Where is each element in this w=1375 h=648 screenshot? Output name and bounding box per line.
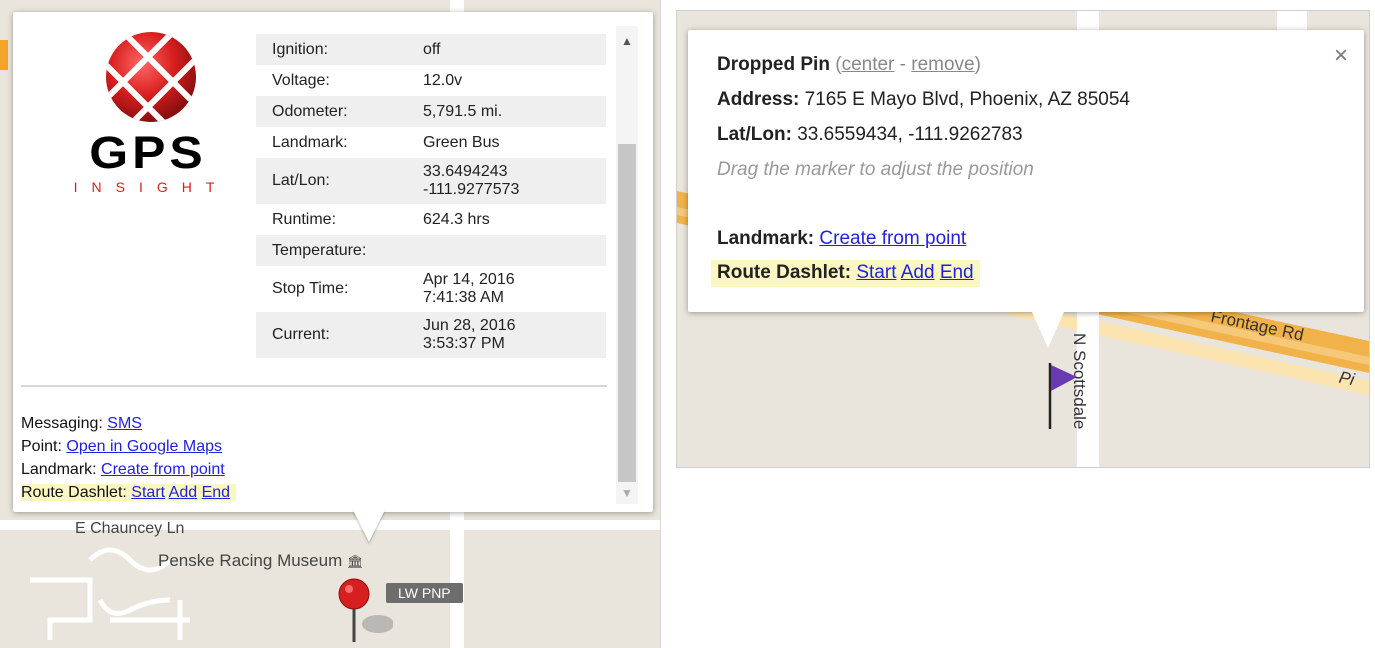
museum-icon: 🏛 bbox=[347, 554, 364, 569]
latlon-row: Lat/Lon: 33.6559434, -111.9262783 bbox=[717, 124, 1023, 146]
right-map[interactable]: Frontage Rd Pi N Scottsdale × Dropped Pi… bbox=[676, 10, 1370, 468]
gps-insight-logo: GPS INSIGHT bbox=[74, 32, 229, 195]
detail-row: Stop Time: Apr 14, 2016 7:41:38 AM bbox=[256, 266, 606, 312]
drag-hint: Drag the marker to adjust the position bbox=[717, 159, 1034, 180]
route-end-link[interactable]: End bbox=[940, 262, 974, 283]
route-add-link[interactable]: Add bbox=[169, 484, 197, 501]
scroll-down-arrow-icon[interactable]: ▼ bbox=[616, 482, 638, 504]
info-window-tail bbox=[1032, 312, 1064, 348]
detail-row: Ignition: off bbox=[256, 34, 606, 65]
detail-value bbox=[407, 235, 606, 266]
route-dashlet-highlight: Route Dashlet: Start Add End bbox=[21, 484, 237, 501]
detail-value: Apr 14, 2016 7:41:38 AM bbox=[407, 266, 606, 312]
info-scrollbar[interactable]: ▲ ▼ bbox=[616, 26, 638, 504]
detail-value: 624.3 hrs bbox=[407, 204, 606, 235]
detail-key: Lat/Lon: bbox=[256, 158, 407, 204]
detail-key: Stop Time: bbox=[272, 280, 349, 297]
address-row: Address: 7165 E Mayo Blvd, Phoenix, AZ 8… bbox=[717, 89, 1130, 111]
sms-link[interactable]: SMS bbox=[107, 415, 142, 432]
detail-row: Landmark: Green Bus bbox=[256, 127, 606, 158]
route-add-link[interactable]: Add bbox=[901, 262, 935, 283]
detail-row: Runtime: 624.3 hrs bbox=[256, 204, 606, 235]
detail-value: Jun 28, 2016 3:53:37 PM bbox=[407, 312, 606, 358]
route-end-link[interactable]: End bbox=[202, 484, 230, 501]
route-dashlet-label: Route Dashlet: bbox=[21, 484, 127, 501]
detail-value-line: Apr 14, 2016 bbox=[423, 271, 515, 288]
point-label: Point: bbox=[21, 438, 62, 455]
info-window-tail bbox=[353, 510, 385, 542]
route-dashlet-highlight: Route Dashlet: Start Add End bbox=[711, 260, 980, 287]
vehicle-marker-icon[interactable] bbox=[333, 576, 393, 646]
latlon-label: Lat/Lon: bbox=[717, 124, 792, 145]
landmark-label: Landmark: bbox=[717, 228, 815, 249]
messaging-label: Messaging: bbox=[21, 415, 103, 432]
detail-row: Odometer: 5,791.5 mi. bbox=[256, 96, 606, 127]
detail-value-line: Jun 28, 2016 bbox=[423, 317, 516, 334]
latlon-value: 33.6559434, -111.9262783 bbox=[797, 124, 1023, 145]
address-label: Address: bbox=[717, 89, 800, 110]
vehicle-details-table: Ignition: off Voltage: 12.0v Odometer: 5,791.… bbox=[256, 34, 606, 358]
detail-value-line: off bbox=[423, 40, 441, 58]
messaging-row: Messaging: SMS bbox=[21, 412, 236, 435]
dropped-pin-info-window: × Dropped Pin (center - remove) Address:… bbox=[688, 30, 1364, 348]
detail-value-line: 3:53:37 PM bbox=[423, 335, 505, 352]
logo-text-main: GPS bbox=[89, 128, 207, 178]
detail-key: Runtime: bbox=[272, 210, 337, 228]
detail-value-line: 624.3 hrs bbox=[423, 210, 490, 228]
separator-dash: - bbox=[899, 54, 906, 75]
center-link[interactable]: center bbox=[842, 54, 895, 75]
point-row: Point: Open in Google Maps bbox=[21, 435, 236, 458]
street-label: E Chauncey Ln bbox=[75, 520, 185, 537]
close-icon[interactable]: × bbox=[1334, 44, 1348, 68]
logo-text-sub: INSIGHT bbox=[74, 179, 229, 195]
remove-link[interactable]: remove bbox=[911, 54, 974, 75]
landmark-row: Landmark: Create from point bbox=[717, 228, 966, 250]
route-dashlet-row: Route Dashlet: Start Add End bbox=[711, 260, 980, 287]
divider bbox=[21, 385, 607, 387]
landmark-row: Landmark: Create from point bbox=[21, 458, 236, 481]
detail-value-line: 7:41:38 AM bbox=[423, 289, 504, 306]
route-start-link[interactable]: Start bbox=[131, 484, 165, 501]
detail-key: Temperature: bbox=[256, 235, 407, 266]
detail-key: Current: bbox=[256, 312, 407, 358]
detail-value: 12.0v bbox=[407, 65, 606, 96]
vehicle-info-window: GPS INSIGHT Ignition: off Voltage: 12.0v Odo… bbox=[13, 12, 653, 542]
dropped-pin-flag-icon[interactable] bbox=[1045, 361, 1085, 441]
detail-value-line: 33.6494243 bbox=[423, 163, 508, 180]
address-value: 7165 E Mayo Blvd, Phoenix, AZ 85054 bbox=[804, 89, 1130, 110]
detail-value-line: -111.9277573 bbox=[423, 181, 520, 198]
route-dashlet-label: Route Dashlet: bbox=[717, 262, 852, 283]
poi-label: Penske Racing Museum 🏛 bbox=[158, 551, 364, 571]
detail-key: Ignition: bbox=[256, 34, 407, 65]
detail-key: Voltage: bbox=[272, 71, 330, 89]
landmark-label: Landmark: bbox=[21, 461, 97, 478]
left-map[interactable]: E Chauncey Ln Penske Racing Museum 🏛 LW … bbox=[0, 0, 661, 648]
detail-row: Voltage: 12.0v bbox=[256, 65, 606, 96]
detail-value: 33.6494243 -111.9277573 bbox=[407, 158, 606, 204]
dropped-pin-title-row: Dropped Pin (center - remove) bbox=[717, 54, 981, 76]
detail-value: 5,791.5 mi. bbox=[407, 96, 606, 127]
create-landmark-link[interactable]: Create from point bbox=[101, 461, 225, 478]
detail-row: Lat/Lon: 33.6494243 -111.9277573 bbox=[256, 158, 606, 204]
detail-row: Temperature: bbox=[256, 235, 606, 266]
open-google-maps-link[interactable]: Open in Google Maps bbox=[66, 438, 222, 455]
scroll-up-arrow-icon[interactable]: ▲ bbox=[616, 30, 638, 52]
route-start-link[interactable]: Start bbox=[856, 262, 896, 283]
detail-value-line: 5,791.5 mi. bbox=[423, 102, 503, 120]
dropped-pin-title: Dropped Pin bbox=[717, 54, 830, 75]
detail-value: Green Bus bbox=[407, 127, 606, 158]
detail-key: Landmark: bbox=[272, 133, 348, 151]
marker-label: LW PNP bbox=[386, 583, 463, 603]
route-dashlet-row: Route Dashlet: Start Add End bbox=[21, 481, 237, 504]
create-landmark-link[interactable]: Create from point bbox=[819, 228, 966, 249]
detail-value-line: Green Bus bbox=[423, 133, 500, 151]
scroll-thumb[interactable] bbox=[618, 144, 636, 482]
detail-key: Odometer: bbox=[256, 96, 407, 127]
detail-value: off bbox=[407, 34, 606, 65]
detail-row: Current: Jun 28, 2016 3:53:37 PM bbox=[256, 312, 606, 358]
poi-name: Penske Racing Museum bbox=[158, 551, 343, 570]
vehicle-actions: Messaging: SMS Point: Open in Google Map… bbox=[21, 412, 237, 504]
detail-value-line: 12.0v bbox=[423, 71, 463, 89]
paren-close: ) bbox=[974, 54, 981, 75]
